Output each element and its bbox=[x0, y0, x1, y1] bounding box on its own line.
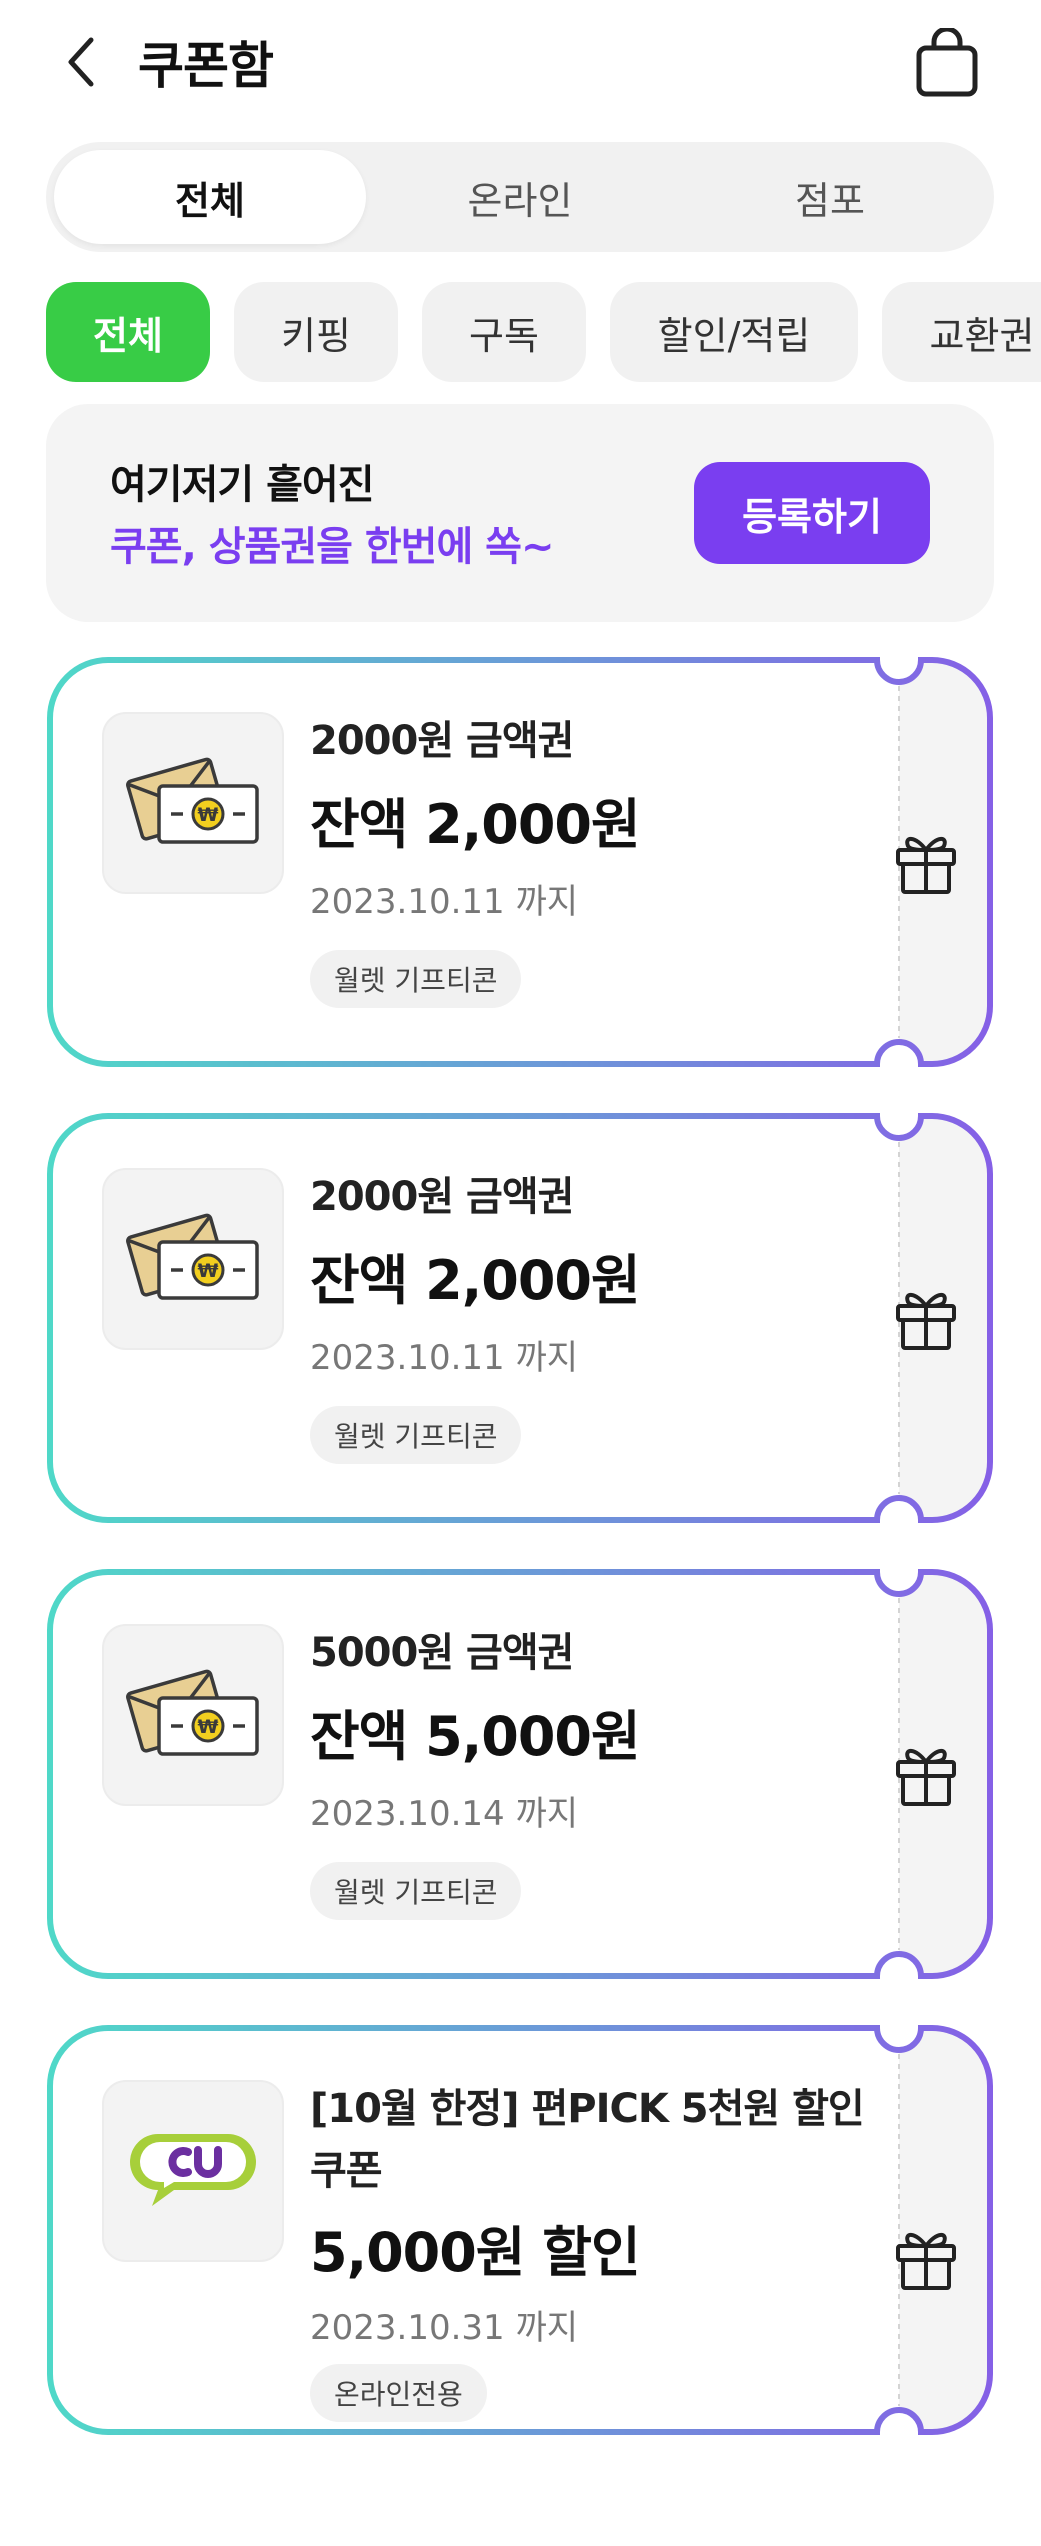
coupon-amount: 5,000원 할인 bbox=[310, 2221, 641, 2284]
coupon-thumbnail: ₩ bbox=[102, 712, 284, 894]
segment-store[interactable]: 점포 bbox=[674, 150, 986, 244]
coupon-thumbnail bbox=[102, 2080, 284, 2262]
money-envelope-icon: ₩ bbox=[126, 1669, 259, 1756]
category-chips: 전체 키핑 구독 할인/적립 교환권 bbox=[0, 282, 1041, 386]
segment-online[interactable]: 온라인 bbox=[364, 150, 676, 244]
chevron-left-icon bbox=[68, 37, 94, 87]
svg-text:₩: ₩ bbox=[198, 1716, 219, 1738]
coupon-thumbnail: ₩ bbox=[102, 1168, 284, 1350]
gift-icon bbox=[896, 1293, 956, 1350]
chip-exchange[interactable]: 교환권 bbox=[882, 282, 1041, 382]
coupon-tag: 월렛 기프티콘 bbox=[310, 1862, 522, 1920]
back-button[interactable] bbox=[50, 30, 110, 94]
coupon-expiry: 2023.10.11 까지 bbox=[310, 1338, 579, 1378]
register-banner: 여기저기 흩어진 쿠폰, 상품권을 한번에 쏙~ 등록하기 bbox=[46, 404, 994, 622]
coupon-amount: 잔액 5,000원 bbox=[310, 1705, 641, 1768]
coupon-expiry: 2023.10.31 까지 bbox=[310, 2308, 579, 2348]
chip-subscription[interactable]: 구독 bbox=[422, 282, 586, 382]
svg-text:₩: ₩ bbox=[198, 1260, 219, 1282]
coupon-name: [10월 한정] 편PICK 5천원 할인 쿠폰 bbox=[310, 2086, 865, 2194]
money-envelope-icon: ₩ bbox=[126, 1213, 259, 1300]
coupon-tag: 월렛 기프티콘 bbox=[310, 950, 522, 1008]
coupon-card[interactable]: [10월 한정] 편PICK 5천원 할인 쿠폰 5,000원 할인 2023.… bbox=[46, 2024, 994, 2436]
segment-all[interactable]: 전체 bbox=[54, 150, 366, 244]
chip-all[interactable]: 전체 bbox=[46, 282, 210, 382]
gift-icon bbox=[896, 1749, 956, 1806]
page-title: 쿠폰함 bbox=[138, 37, 274, 95]
coupon-expiry: 2023.10.11 까지 bbox=[310, 882, 579, 922]
register-button[interactable]: 등록하기 bbox=[694, 462, 930, 564]
shopping-bag-button[interactable] bbox=[910, 26, 984, 100]
coupon-expiry: 2023.10.14 까지 bbox=[310, 1794, 579, 1834]
header: 쿠폰함 bbox=[0, 0, 1041, 125]
gift-icon bbox=[896, 837, 956, 894]
gift-button[interactable] bbox=[876, 812, 976, 912]
svg-text:₩: ₩ bbox=[198, 804, 219, 826]
banner-headline: 여기저기 흩어진 bbox=[110, 462, 375, 508]
coupon-name: 2000원 금액권 bbox=[310, 1174, 574, 1220]
coupon-card[interactable]: ₩ 2000원 금액권 잔액 2,000원 2023.10.11 까지 월렛 기… bbox=[46, 656, 994, 1068]
gift-button[interactable] bbox=[876, 2208, 976, 2308]
chip-discount-points[interactable]: 할인/적립 bbox=[610, 282, 858, 382]
coupon-tag: 월렛 기프티콘 bbox=[310, 1406, 522, 1464]
coupon-thumbnail: ₩ bbox=[102, 1624, 284, 1806]
coupon-name: 2000원 금액권 bbox=[310, 718, 574, 764]
gift-button[interactable] bbox=[876, 1268, 976, 1368]
gift-button[interactable] bbox=[876, 1724, 976, 1824]
chip-keeping[interactable]: 키핑 bbox=[234, 282, 398, 382]
coupon-amount: 잔액 2,000원 bbox=[310, 1249, 641, 1312]
coupon-amount: 잔액 2,000원 bbox=[310, 793, 641, 856]
channel-segmented-control: 전체 온라인 점포 bbox=[46, 142, 994, 252]
coupon-tag: 온라인전용 bbox=[310, 2364, 487, 2422]
cu-logo-icon bbox=[130, 2134, 256, 2206]
coupon-card[interactable]: ₩ 2000원 금액권 잔액 2,000원 2023.10.11 까지 월렛 기… bbox=[46, 1112, 994, 1524]
shopping-bag-icon bbox=[916, 28, 978, 97]
coupon-card[interactable]: ₩ 5000원 금액권 잔액 5,000원 2023.10.14 까지 월렛 기… bbox=[46, 1568, 994, 1980]
money-envelope-icon: ₩ bbox=[126, 757, 259, 844]
banner-subline: 쿠폰, 상품권을 한번에 쏙~ bbox=[110, 524, 554, 570]
coupon-name: 5000원 금액권 bbox=[310, 1630, 574, 1676]
gift-icon bbox=[896, 2233, 956, 2290]
